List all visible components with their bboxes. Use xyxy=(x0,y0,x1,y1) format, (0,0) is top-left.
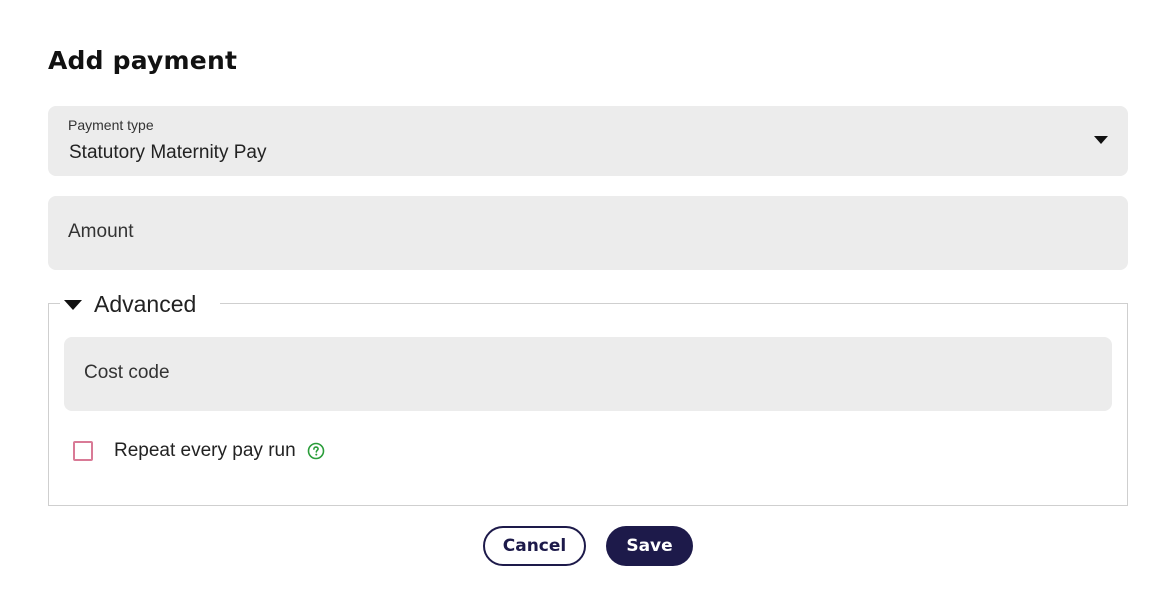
help-circle-icon[interactable] xyxy=(307,442,325,460)
save-button[interactable]: Save xyxy=(606,526,693,566)
repeat-label[interactable]: Repeat every pay run xyxy=(114,440,296,462)
repeat-checkbox[interactable] xyxy=(73,441,93,461)
amount-input[interactable]: Amount xyxy=(48,196,1128,270)
add-payment-dialog: Add payment Payment type Statutory Mater… xyxy=(0,0,1173,592)
payment-type-select[interactable]: Payment type Statutory Maternity Pay xyxy=(48,106,1128,176)
cost-code-input[interactable]: Cost code xyxy=(64,337,1112,411)
triangle-down-icon xyxy=(64,299,82,310)
cost-code-placeholder: Cost code xyxy=(84,362,170,383)
advanced-toggle[interactable]: Advanced xyxy=(60,289,221,319)
repeat-every-pay-run-row: Repeat every pay run xyxy=(73,439,325,463)
payment-type-label: Payment type xyxy=(68,117,154,133)
chevron-down-icon xyxy=(1094,136,1108,144)
help-circle-svg xyxy=(307,442,324,460)
dialog-title: Add payment xyxy=(48,46,238,75)
advanced-label: Advanced xyxy=(94,290,197,317)
payment-type-value: Statutory Maternity Pay xyxy=(69,142,267,163)
cancel-button[interactable]: Cancel xyxy=(483,526,586,566)
amount-placeholder: Amount xyxy=(68,221,134,242)
